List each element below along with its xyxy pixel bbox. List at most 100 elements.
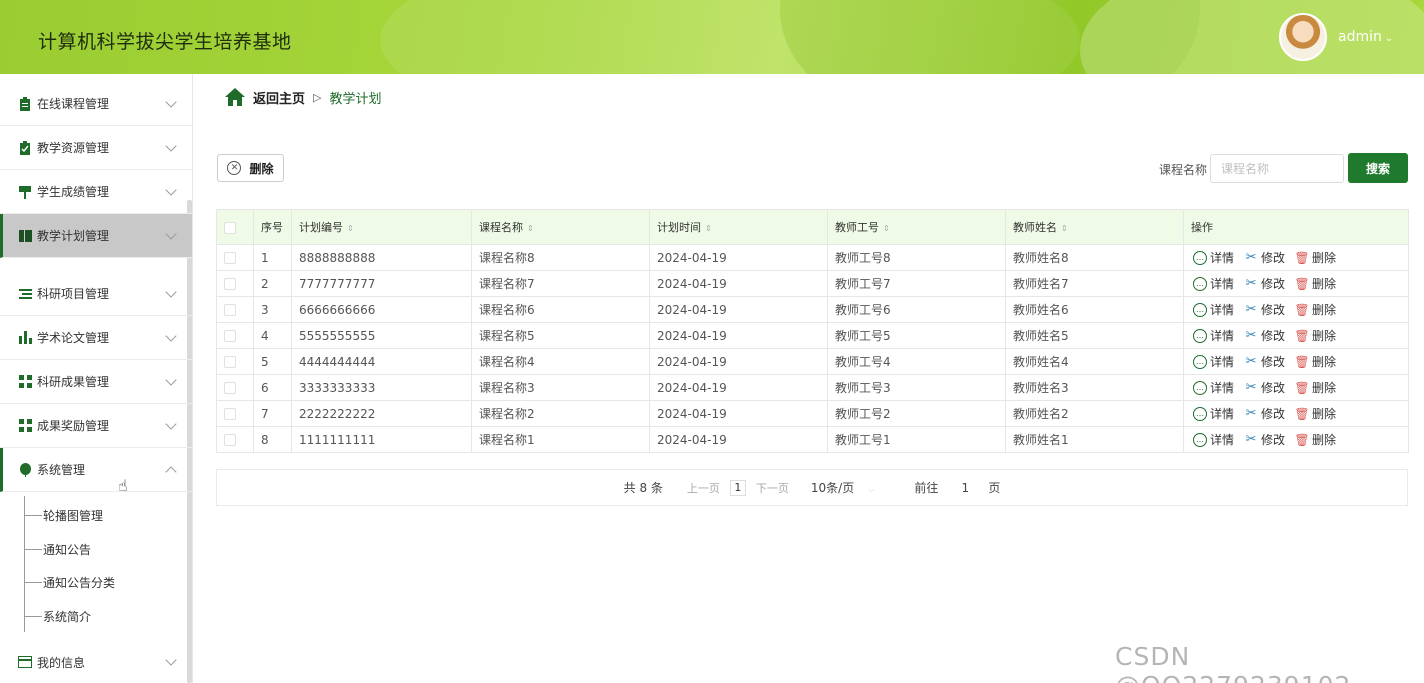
edit-button[interactable]: ✂ 修改 xyxy=(1244,431,1285,448)
sidebar-item-research-result[interactable]: 科研成果管理 xyxy=(0,360,192,404)
detail-button[interactable]: … 详情 xyxy=(1193,353,1234,370)
delete-button[interactable]: 🗑 删除 xyxy=(1294,327,1336,344)
sort-icon[interactable]: ⇕ xyxy=(527,224,534,233)
col-header-label: 教师姓名 xyxy=(1013,221,1057,234)
detail-icon: … xyxy=(1193,250,1207,265)
cell-plan-time: 2024-04-19 xyxy=(649,296,828,323)
edit-button[interactable]: ✂ 修改 xyxy=(1244,301,1285,318)
wrench-icon: ✂ xyxy=(1245,432,1257,447)
delete-label: 删除 xyxy=(1312,277,1337,291)
col-header-teacher-id[interactable]: 教师工号 ⇕ xyxy=(827,209,1006,245)
cell-index: 3 xyxy=(253,296,292,323)
chevron-down-icon xyxy=(165,140,177,152)
row-select-cell xyxy=(216,426,254,453)
cell-teacher-name: 教师姓名5 xyxy=(1005,322,1184,349)
wrench-icon: ✂ xyxy=(1245,406,1257,421)
detail-button[interactable]: … 详情 xyxy=(1193,431,1234,448)
row-checkbox[interactable] xyxy=(224,356,236,368)
col-header-plan-no[interactable]: 计划编号 ⇕ xyxy=(291,209,472,245)
sort-icon[interactable]: ⇕ xyxy=(883,224,890,233)
cell-teacher-name: 教师姓名7 xyxy=(1005,270,1184,297)
sidebar-item-teaching-plan[interactable]: 教学计划管理 xyxy=(0,214,192,258)
search-button[interactable]: 搜索 xyxy=(1348,153,1408,183)
sort-icon[interactable]: ⇕ xyxy=(1061,224,1068,233)
col-header-course-name[interactable]: 课程名称 ⇕ xyxy=(471,209,650,245)
detail-label: 详情 xyxy=(1210,433,1235,447)
col-header-label: 教师工号 xyxy=(835,221,879,234)
next-page-button[interactable]: 下一页 xyxy=(756,480,789,496)
delete-button[interactable]: 🗑 删除 xyxy=(1294,353,1336,370)
list-icon xyxy=(18,287,32,301)
row-checkbox[interactable] xyxy=(224,434,236,446)
page-number-button[interactable]: 1 xyxy=(729,479,746,496)
chevron-down-icon xyxy=(165,228,177,240)
sort-icon[interactable]: ⇕ xyxy=(347,224,354,233)
sidebar-item-research-project[interactable]: 科研项目管理 xyxy=(0,272,192,316)
submenu-item-system-intro[interactable]: 系统简介 xyxy=(25,606,175,626)
select-all-checkbox[interactable] xyxy=(224,221,236,234)
row-checkbox[interactable] xyxy=(224,278,236,290)
submenu-item-notice-category[interactable]: 通知公告分类 xyxy=(25,572,175,592)
home-icon[interactable] xyxy=(224,87,246,107)
detail-button[interactable]: … 详情 xyxy=(1193,327,1234,344)
edit-button[interactable]: ✂ 修改 xyxy=(1244,405,1285,422)
row-checkbox[interactable] xyxy=(224,382,236,394)
chevron-down-icon xyxy=(165,96,177,108)
sidebar-item-award[interactable]: 成果奖励管理 xyxy=(0,404,192,448)
cell-teacher-id: 教师工号8 xyxy=(827,244,1006,271)
detail-button[interactable]: … 详情 xyxy=(1193,249,1234,266)
submenu-item-notice[interactable]: 通知公告 xyxy=(25,539,175,559)
detail-icon: … xyxy=(1193,380,1207,395)
cell-plan-time: 2024-04-19 xyxy=(649,270,828,297)
delete-button[interactable]: 🗑 删除 xyxy=(1294,275,1337,292)
row-checkbox[interactable] xyxy=(224,408,236,420)
delete-button[interactable]: 🗑 删除 xyxy=(1294,405,1336,422)
detail-button[interactable]: … 详情 xyxy=(1193,301,1234,318)
page-size-select[interactable]: 10条/页 ⌵ xyxy=(811,479,874,496)
sidebar-item-academic-paper[interactable]: 学术论文管理 xyxy=(0,316,192,360)
sidebar-item-label: 教学计划管理 xyxy=(37,229,110,243)
breadcrumb-home-link[interactable]: 返回主页 xyxy=(253,88,305,107)
batch-delete-button[interactable]: ✕ 删除 xyxy=(217,154,284,182)
cell-teacher-id: 教师工号6 xyxy=(827,296,1006,323)
avatar[interactable] xyxy=(1279,13,1327,61)
breadcrumb-current: 教学计划 xyxy=(329,91,382,107)
book-icon xyxy=(18,229,32,243)
prev-page-button[interactable]: 上一页 xyxy=(687,480,720,496)
edit-label: 修改 xyxy=(1261,329,1286,343)
detail-button[interactable]: … 详情 xyxy=(1193,379,1234,396)
delete-button[interactable]: 🗑 删除 xyxy=(1294,301,1336,318)
chevron-down-icon xyxy=(165,418,177,430)
sidebar-item-online-course[interactable]: 在线课程管理 xyxy=(0,82,192,126)
row-checkbox[interactable] xyxy=(224,252,236,264)
sidebar-item-student-grades[interactable]: 学生成绩管理 xyxy=(0,170,192,214)
wrench-icon: ✂ xyxy=(1245,250,1257,265)
edit-button[interactable]: ✂ 修改 xyxy=(1244,327,1285,344)
pagination-total: 共 8 条 xyxy=(623,481,663,495)
col-header-teacher-name[interactable]: 教师姓名 ⇕ xyxy=(1005,209,1184,245)
goto-page-input[interactable]: 1 xyxy=(952,481,978,495)
col-header-plan-time[interactable]: 计划时间 ⇕ xyxy=(649,209,828,245)
edit-button[interactable]: ✂ 修改 xyxy=(1244,249,1285,266)
detail-button[interactable]: … 详情 xyxy=(1193,275,1234,292)
submenu-item-carousel[interactable]: 轮播图管理 xyxy=(25,505,175,525)
detail-label: 详情 xyxy=(1210,277,1235,291)
delete-button[interactable]: 🗑 删除 xyxy=(1294,249,1336,266)
wrench-icon: ✂ xyxy=(1245,354,1257,369)
row-checkbox[interactable] xyxy=(224,330,236,342)
row-checkbox[interactable] xyxy=(224,304,236,316)
user-menu[interactable]: admin ⌄ xyxy=(1338,29,1393,45)
sidebar-item-my-info[interactable]: 我的信息 xyxy=(0,640,192,683)
sort-icon[interactable]: ⇕ xyxy=(705,224,712,233)
cell-course-name: 课程名称7 xyxy=(471,270,650,297)
detail-button[interactable]: … 详情 xyxy=(1193,405,1234,422)
edit-button[interactable]: ✂ 修改 xyxy=(1244,275,1285,292)
delete-button[interactable]: 🗑 删除 xyxy=(1294,379,1336,396)
delete-button[interactable]: 🗑 删除 xyxy=(1294,431,1336,448)
course-name-search-input[interactable] xyxy=(1210,154,1344,183)
sidebar-item-teaching-resource[interactable]: 教学资源管理 xyxy=(0,126,192,170)
sidebar-item-system[interactable]: 系统管理 xyxy=(0,448,192,492)
edit-label: 修改 xyxy=(1261,277,1286,291)
edit-button[interactable]: ✂ 修改 xyxy=(1244,379,1285,396)
edit-button[interactable]: ✂ 修改 xyxy=(1244,353,1285,370)
